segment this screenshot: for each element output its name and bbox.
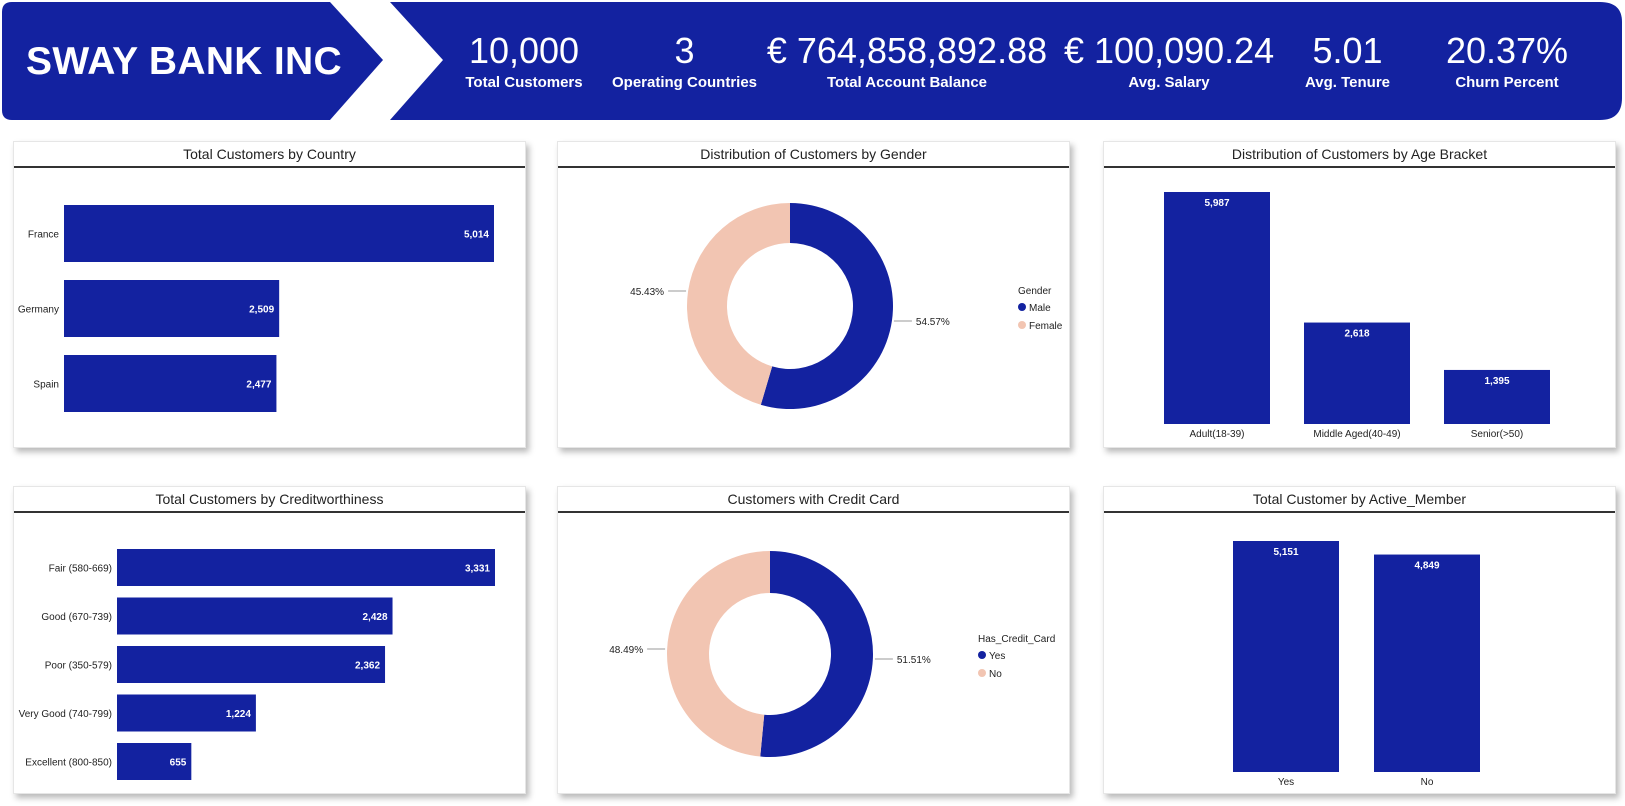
legend-marker [978, 669, 986, 677]
data-label: 5,151 [1273, 547, 1298, 558]
category-label: Good (670-739) [41, 612, 112, 623]
kpi-operating-countries: 3 Operating Countries [612, 30, 757, 91]
kpi-avg-tenure: 5.01 Avg. Tenure [1290, 30, 1405, 91]
bar [64, 355, 277, 412]
legend-label: No [989, 669, 1002, 680]
donut-slice [760, 551, 873, 757]
data-label: 48.49% [609, 645, 643, 656]
bar [64, 205, 494, 262]
category-label: Middle Aged(40-49) [1313, 429, 1400, 440]
kpi-label: Churn Percent [1455, 74, 1559, 91]
category-label: No [1421, 777, 1434, 788]
legend-marker [1018, 303, 1026, 311]
kpi-total-account-balance: € 764,858,892.88 Total Account Balance [766, 30, 1048, 91]
category-label: Adult(18-39) [1189, 429, 1244, 440]
bar [117, 549, 495, 586]
chart-title: Total Customer by Active_Member [1104, 487, 1615, 513]
category-label: Very Good (740-799) [19, 709, 112, 720]
kpi-label: Operating Countries [612, 74, 758, 91]
card-gender-distribution: Distribution of Customers by Gender 54.5… [557, 141, 1070, 448]
category-label: France [28, 230, 60, 241]
kpi-avg-salary: € 100,090.24 Avg. Salary [1064, 30, 1274, 91]
legend-label: Yes [989, 651, 1005, 662]
kpi-churn-percent: 20.37% Churn Percent [1432, 30, 1582, 91]
data-label: 2,509 [249, 305, 274, 316]
data-label: 5,014 [464, 230, 489, 241]
bar [64, 280, 280, 337]
data-label: 2,618 [1344, 329, 1369, 340]
kpi-total-customers: 10,000 Total Customers [454, 30, 594, 91]
chart-title: Customers with Credit Card [558, 487, 1069, 513]
bar [1233, 541, 1339, 772]
kpi-label: Avg. Tenure [1304, 74, 1390, 91]
header-banner: SWAY BANK INC 10,000 Total Customers 3 O… [0, 0, 1625, 125]
age-bracket-bar-chart: 5,987 Adult(18-39) 2,618 Middle Aged(40-49)… [1164, 192, 1550, 440]
kpi-value: 10,000 [468, 30, 580, 71]
data-label: 1,224 [226, 709, 251, 720]
data-label: 45.43% [630, 287, 664, 298]
data-label: 655 [170, 758, 187, 769]
data-label: 5,987 [1204, 198, 1229, 209]
donut-slice [667, 551, 770, 757]
card-age-bracket: Distribution of Customers by Age Bracket… [1103, 141, 1616, 448]
creditworthiness-bar-chart: Fair (580-669) 3,331 Good (670-739) 2,428 Po… [19, 549, 495, 780]
category-label: Senior(>50) [1471, 429, 1524, 440]
data-label: 2,428 [362, 612, 387, 623]
bar [1374, 554, 1480, 772]
bar [1164, 192, 1270, 424]
bar [117, 597, 393, 635]
legend-title: Has_Credit_Card [978, 634, 1055, 645]
data-label: 51.51% [897, 655, 931, 666]
data-label: 4,849 [1414, 561, 1439, 572]
bar [117, 646, 386, 683]
kpi-value: 3 [674, 30, 695, 71]
category-label: Poor (350-579) [45, 661, 112, 672]
brand-title: SWAY BANK INC [26, 40, 342, 83]
kpi-value: € 100,090.24 [1064, 30, 1275, 71]
country-bar-chart: France 5,014 Germany 2,509 Spain 2,477 [18, 205, 494, 412]
card-active-member: Total Customer by Active_Member 5,151 Yes… [1103, 486, 1616, 794]
data-label: 3,331 [465, 564, 490, 575]
legend-marker [978, 651, 986, 659]
legend-label: Male [1029, 303, 1051, 314]
legend-label: Female [1029, 321, 1063, 332]
gender-donut-chart: 54.57% 45.43% Gender Male Female [630, 203, 1063, 409]
legend-marker [1018, 321, 1026, 329]
data-label: 2,362 [355, 661, 380, 672]
data-label: 2,477 [246, 380, 271, 391]
kpi-label: Avg. Salary [1128, 74, 1210, 91]
chart-title: Total Customers by Country [14, 142, 525, 168]
credit-card-donut-chart: 51.51% 48.49% Has_Credit_Card Yes No [609, 551, 1055, 757]
chart-title: Distribution of Customers by Gender [558, 142, 1069, 168]
legend-title: Gender [1018, 286, 1052, 297]
chart-title: Distribution of Customers by Age Bracket [1104, 142, 1615, 168]
kpi-label: Total Account Balance [826, 74, 988, 91]
active-member-bar-chart: 5,151 Yes 4,849 No [1233, 541, 1480, 788]
category-label: Yes [1278, 777, 1294, 788]
category-label: Spain [33, 380, 59, 391]
kpi-value: € 764,858,892.88 [766, 30, 1048, 71]
category-label: Germany [18, 305, 59, 316]
category-label: Fair (580-669) [49, 564, 112, 575]
data-label: 54.57% [916, 317, 950, 328]
kpi-label: Total Customers [465, 74, 583, 91]
kpi-value: 5.01 [1312, 30, 1383, 71]
card-credit-card: Customers with Credit Card 51.51% 48.49% H… [557, 486, 1070, 794]
chart-title: Total Customers by Creditworthiness [14, 487, 525, 513]
card-customers-by-country: Total Customers by Country France 5,014 Ge… [13, 141, 526, 448]
category-label: Excellent (800-850) [25, 758, 112, 769]
data-label: 1,395 [1484, 376, 1509, 387]
card-creditworthiness: Total Customers by Creditworthiness Fair… [13, 486, 526, 794]
kpi-value: 20.37% [1445, 30, 1569, 71]
